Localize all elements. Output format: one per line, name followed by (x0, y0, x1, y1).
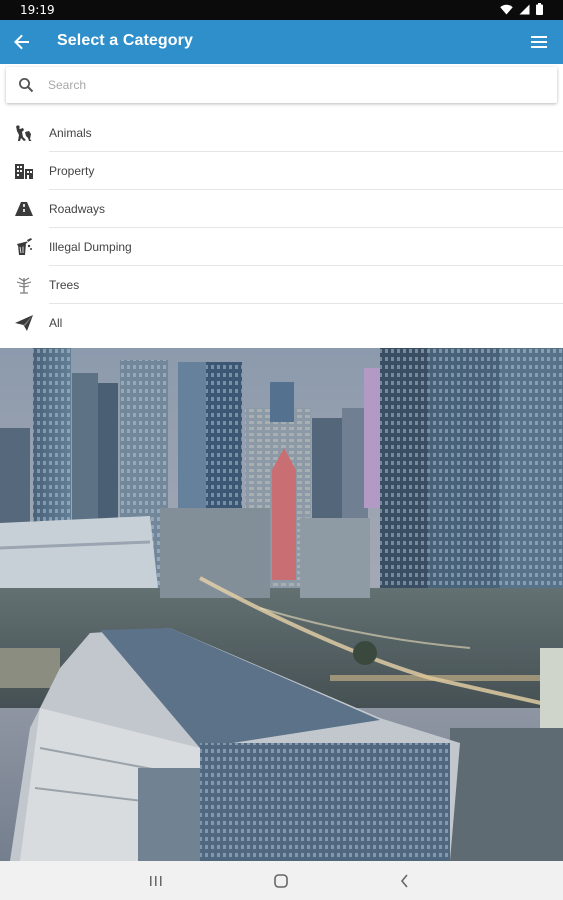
page-title: Select a Category (57, 32, 193, 49)
recent-apps-icon (150, 876, 162, 886)
hamburger-menu-icon (531, 36, 547, 48)
category-label: Roadways (49, 202, 106, 216)
category-label: Animals (49, 126, 92, 140)
app-bar: Select a Category (0, 20, 563, 64)
roadway-icon (15, 202, 33, 216)
home-button[interactable] (270, 870, 292, 892)
category-item-property[interactable]: Property (0, 152, 563, 190)
system-nav-bar (0, 861, 563, 900)
home-icon (274, 874, 288, 888)
back-button[interactable] (10, 30, 34, 54)
property-icon (15, 164, 33, 179)
category-item-roadways[interactable]: Roadways (0, 190, 563, 228)
signal-icon (519, 4, 530, 14)
recent-apps-button[interactable] (145, 870, 167, 892)
category-label: Trees (49, 278, 80, 292)
chevron-left-icon (400, 874, 408, 888)
category-label: Property (49, 164, 95, 178)
tree-icon (16, 277, 32, 294)
city-skyline-image (0, 348, 563, 861)
back-nav-button[interactable] (394, 870, 416, 892)
category-item-trees[interactable]: Trees (0, 266, 563, 304)
dumping-icon (17, 238, 32, 255)
category-label: Illegal Dumping (49, 240, 132, 254)
category-item-illegal-dumping[interactable]: Illegal Dumping (0, 228, 563, 266)
category-item-animals[interactable]: Animals (0, 114, 563, 152)
search-input[interactable] (48, 67, 548, 103)
status-bar: 19:19 (0, 0, 563, 20)
category-label: All (49, 316, 63, 330)
status-time: 19:19 (20, 3, 55, 17)
search-bar (6, 67, 557, 103)
send-icon (15, 315, 33, 331)
category-item-all[interactable]: All (0, 304, 563, 342)
animal-icon (16, 125, 32, 141)
search-icon (19, 78, 34, 93)
battery-icon (536, 3, 543, 15)
category-list: Animals Property Roadways Illegal Dumpin… (0, 114, 563, 342)
wifi-icon (500, 4, 513, 14)
menu-button[interactable] (527, 30, 551, 54)
status-icons (500, 3, 543, 15)
arrow-back-icon (14, 34, 29, 50)
